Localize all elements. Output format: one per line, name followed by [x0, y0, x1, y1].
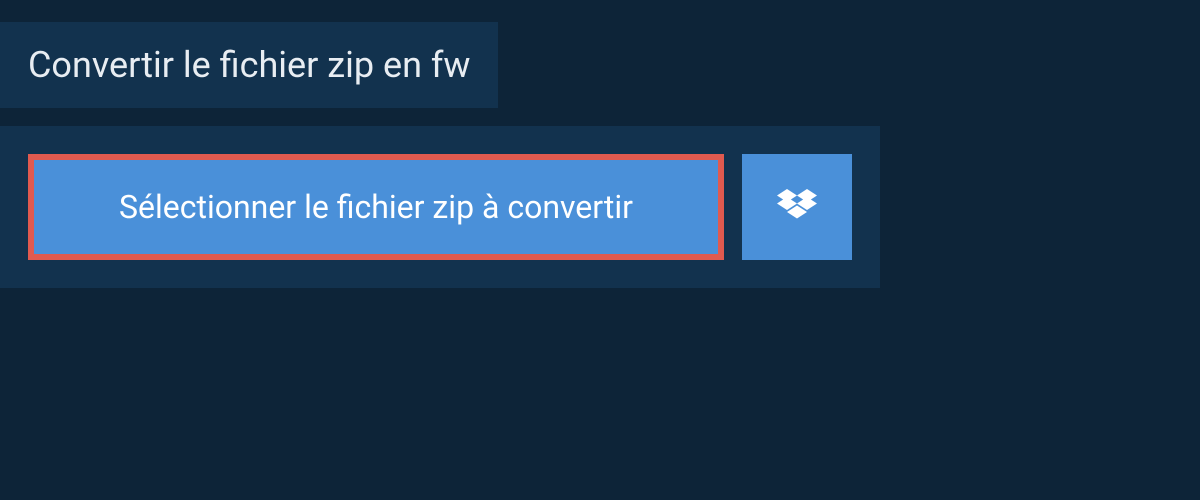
dropbox-button[interactable]	[742, 154, 852, 260]
converter-panel: Sélectionner le fichier zip à convertir	[0, 126, 880, 288]
dropbox-icon	[777, 189, 817, 225]
title-bar: Convertir le fichier zip en fw	[0, 22, 498, 108]
page-title: Convertir le fichier zip en fw	[28, 44, 470, 86]
select-file-button[interactable]: Sélectionner le fichier zip à convertir	[28, 154, 724, 260]
select-file-label: Sélectionner le fichier zip à convertir	[119, 188, 633, 226]
